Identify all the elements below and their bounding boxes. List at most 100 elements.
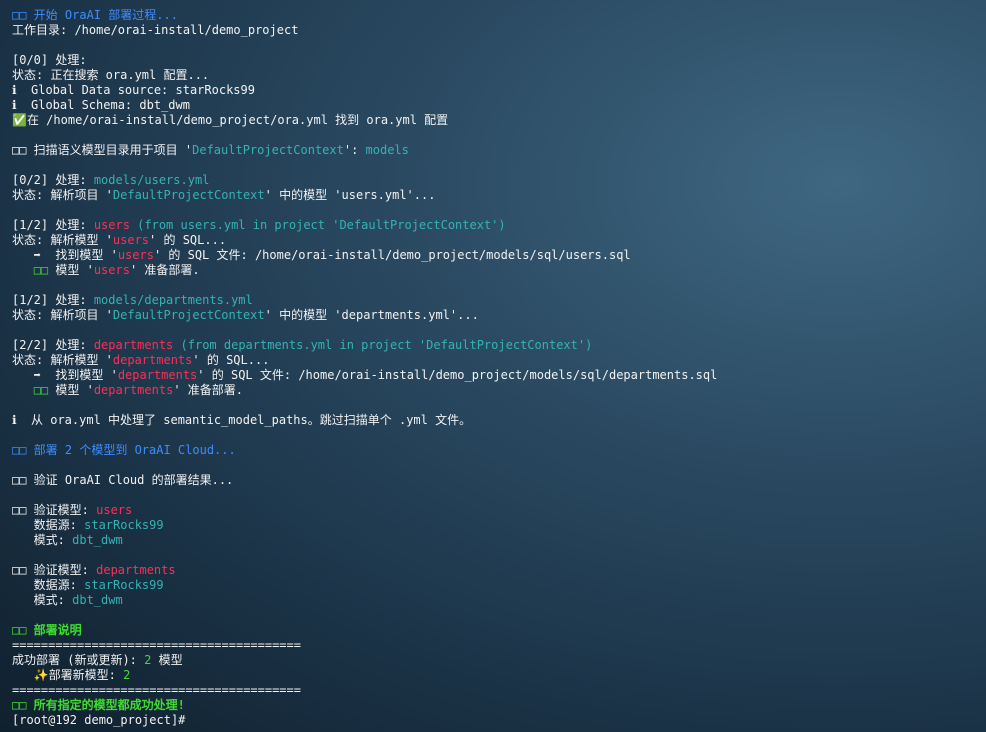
terminal-text-segment: ' 的 SQL... <box>192 353 270 367</box>
terminal-text-segment: starRocks99 <box>84 578 164 592</box>
terminal-text-segment: DefaultProjectContext <box>112 188 265 202</box>
terminal-line: ✨部署新模型: 2 <box>12 668 986 683</box>
terminal-text-segment: ' 的 SQL 文件: /home/orai-install/demo_proj… <box>153 248 631 262</box>
terminal-output[interactable]: □□ 开始 OraAI 部署过程... 工作目录: /home/orai-inst… <box>12 8 986 728</box>
terminal-line: □□ 部署说明 <box>12 623 986 638</box>
terminal-line: ➡ 找到模型 'users' 的 SQL 文件: /home/orai-inst… <box>12 248 986 263</box>
terminal-text-segment: [2/2] 处理: <box>12 338 94 352</box>
terminal-line: 状态: 解析模型 'departments' 的 SQL... <box>12 353 986 368</box>
terminal-text-segment: DefaultProjectContext <box>112 308 265 322</box>
terminal-text-segment: [0/0] 处理: <box>12 53 87 67</box>
terminal-text-segment: 状态: 解析项目 ' <box>12 188 113 202</box>
terminal-text-segment: (from departments.yml in project 'Defaul… <box>173 338 593 352</box>
terminal-text-segment: ======================================== <box>12 683 301 697</box>
terminal-text-segment: ' 准备部署. <box>173 383 243 397</box>
terminal-line: 数据源: starRocks99 <box>12 578 986 593</box>
terminal-text-segment: ✨部署新模型: <box>12 668 124 682</box>
terminal-text-segment: users <box>112 233 150 247</box>
terminal-text-segment: 模式: <box>12 593 73 607</box>
terminal-text-segment: departments <box>112 353 193 367</box>
terminal-text-segment: users <box>93 263 130 277</box>
terminal-line: 状态: 正在搜索 ora.yml 配置... <box>12 68 986 83</box>
terminal-text-segment: 状态: 解析项目 ' <box>12 308 113 322</box>
terminal-line: □□ 所有指定的模型都成功处理! <box>12 698 986 713</box>
terminal-text-segment: 2 <box>123 668 131 682</box>
terminal-text-segment: [root@192 demo_project]# <box>12 713 193 727</box>
terminal-text-segment: 模式: <box>12 533 73 547</box>
terminal-text-segment: DefaultProjectContext <box>192 143 344 157</box>
terminal-line: [1/2] 处理: models/departments.yml <box>12 293 986 308</box>
terminal-text-segment: ' 的 SQL 文件: /home/orai-install/demo_proj… <box>197 368 718 382</box>
terminal-text-segment: starRocks99 <box>84 518 164 532</box>
terminal-text-segment: □□ 扫描语义模型目录用于项目 ' <box>12 143 193 157</box>
terminal-text-segment: □□ 验证模型: <box>12 503 97 517</box>
terminal-line: 状态: 解析项目 'DefaultProjectContext' 中的模型 'd… <box>12 308 986 323</box>
terminal-line: ======================================== <box>12 683 986 698</box>
terminal-text-segment: [0/2] 处理: <box>12 173 94 187</box>
terminal-text-segment: models <box>365 143 409 157</box>
terminal-text-segment: 模型 <box>151 653 183 667</box>
terminal-line: 模式: dbt_dwm <box>12 533 986 548</box>
terminal-text-segment: 工作目录: /home/orai-install/demo_project <box>12 23 299 37</box>
terminal-line: □□ 部署 2 个模型到 OraAI Cloud... <box>12 443 986 458</box>
terminal-text-segment: dbt_dwm <box>72 593 123 607</box>
terminal-text-segment: □□ 验证 OraAI Cloud 的部署结果... <box>12 473 234 487</box>
terminal-text-segment: departments <box>93 338 174 352</box>
terminal-text-segment: departments <box>93 383 174 397</box>
terminal-text-segment: 数据源: <box>12 578 85 592</box>
terminal-text-segment: [1/2] 处理: <box>12 293 94 307</box>
terminal-text-segment: ======================================== <box>12 638 301 652</box>
terminal-text-segment: ➡ 找到模型 ' <box>12 248 118 262</box>
terminal-text-segment: users <box>93 218 130 232</box>
terminal-line: ======================================== <box>12 638 986 653</box>
terminal-line: □□ 验证模型: departments <box>12 563 986 578</box>
terminal-text-segment: ℹ Global Schema: dbt_dwm <box>12 98 190 112</box>
terminal-line: [0/0] 处理: <box>12 53 986 68</box>
terminal-text-segment: ' 准备部署. <box>129 263 200 277</box>
terminal-text-segment: models/users.yml <box>93 173 210 187</box>
terminal-text-segment: 模型 ' <box>48 263 94 277</box>
terminal-text-segment: 状态: 解析模型 ' <box>12 233 113 247</box>
terminal-text-segment: ' 中的模型 'departments.yml'... <box>264 308 479 322</box>
terminal-text-segment: departments <box>96 563 176 577</box>
terminal-line: □□ 模型 'users' 准备部署. <box>12 263 986 278</box>
terminal-text-segment: 成功部署 (新或更新): <box>12 653 145 667</box>
terminal-text-segment: ' 中的模型 'users.yml'... <box>264 188 436 202</box>
terminal-line: □□ 扫描语义模型目录用于项目 'DefaultProjectContext':… <box>12 143 986 158</box>
terminal-text-segment: models/departments.yml <box>93 293 253 307</box>
terminal-text-segment: departments <box>117 368 198 382</box>
terminal-text-segment: 状态: 解析模型 ' <box>12 353 113 367</box>
terminal-line: □□ 开始 OraAI 部署过程... <box>12 8 986 23</box>
terminal-text-segment: ✅在 /home/orai-install/demo_project/ora.y… <box>12 113 449 127</box>
terminal-line: □□ 模型 'departments' 准备部署. <box>12 383 986 398</box>
terminal-text-segment: □□ 开始 OraAI 部署过程... <box>12 8 178 22</box>
terminal-text-segment: 数据源: <box>12 518 85 532</box>
terminal-text-segment: ℹ Global Data source: starRocks99 <box>12 83 255 97</box>
terminal-line: 状态: 解析项目 'DefaultProjectContext' 中的模型 'u… <box>12 188 986 203</box>
terminal-text-segment: 状态: 正在搜索 ora.yml 配置... <box>12 68 210 82</box>
terminal-text-segment: (from users.yml in project 'DefaultProje… <box>129 218 506 232</box>
terminal-text-segment: ': <box>343 143 366 157</box>
terminal-line: 成功部署 (新或更新): 2 模型 <box>12 653 986 668</box>
terminal-line: ℹ Global Data source: starRocks99 <box>12 83 986 98</box>
terminal-text-segment: □□ 验证模型: <box>12 563 97 577</box>
terminal-text-segment: 模型 ' <box>48 383 94 397</box>
terminal-line: [0/2] 处理: models/users.yml <box>12 173 986 188</box>
terminal-line: 工作目录: /home/orai-install/demo_project <box>12 23 986 38</box>
terminal-text-segment: □□ 部署 2 个模型到 OraAI Cloud... <box>12 443 236 457</box>
terminal-text-segment: users <box>117 248 154 262</box>
terminal-line: □□ 验证 OraAI Cloud 的部署结果... <box>12 473 986 488</box>
terminal-line: 状态: 解析模型 'users' 的 SQL... <box>12 233 986 248</box>
